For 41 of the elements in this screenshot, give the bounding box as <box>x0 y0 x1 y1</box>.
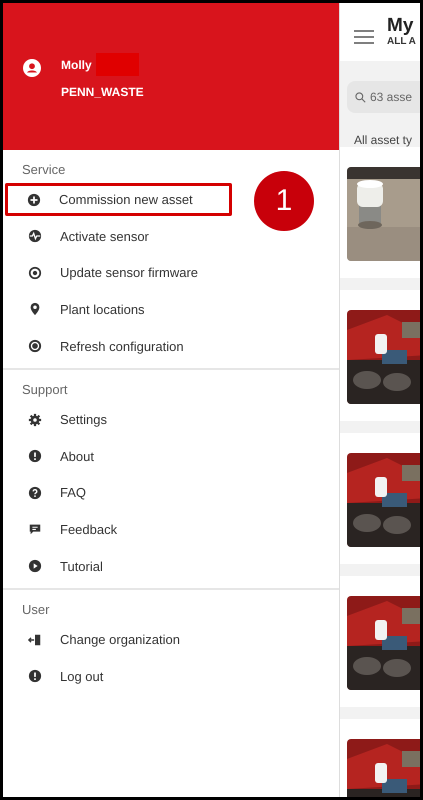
menu-item[interactable]: Update sensor firmware <box>3 254 232 292</box>
wave-icon <box>28 229 42 244</box>
section-heading: Support <box>21 381 68 400</box>
redaction-mark <box>96 53 139 76</box>
screen-title: My <box>387 16 414 36</box>
search-field[interactable]: 63 asse <box>347 81 420 113</box>
menu-item[interactable]: Feedback <box>3 511 232 548</box>
gear-icon <box>28 412 42 427</box>
menu-item[interactable]: Commission new asset <box>5 183 232 216</box>
section-heading: Service <box>21 161 66 179</box>
exit-icon <box>28 632 42 647</box>
asset-card[interactable] <box>340 290 420 421</box>
asset-card[interactable] <box>340 433 420 564</box>
menu-item[interactable]: FAQ <box>3 474 232 512</box>
pin-icon <box>28 302 42 316</box>
menu-item[interactable]: Change organization <box>3 621 232 658</box>
play-icon <box>28 559 42 574</box>
menu-icon[interactable] <box>354 30 374 44</box>
filter-label[interactable]: All asset ty <box>340 113 420 147</box>
info-icon <box>28 449 42 464</box>
asset-card[interactable] <box>340 147 420 278</box>
ring-icon <box>28 339 42 354</box>
target-icon <box>28 266 42 280</box>
menu-item[interactable]: Settings <box>3 401 232 438</box>
help-icon <box>28 486 42 500</box>
menu-item[interactable]: Log out <box>3 658 232 695</box>
alert-icon <box>28 669 42 684</box>
menu-item[interactable]: Activate sensor <box>3 218 232 255</box>
account-icon <box>23 59 41 77</box>
search-icon <box>355 92 366 103</box>
asset-card[interactable] <box>340 576 420 707</box>
screen-subtitle: ALL A <box>387 36 416 47</box>
menu-item[interactable]: Refresh configuration <box>3 328 232 364</box>
menu-item[interactable]: About <box>3 438 232 475</box>
menu-item[interactable]: Plant locations <box>3 291 232 328</box>
menu-item[interactable]: Tutorial <box>3 548 232 584</box>
user-name: Molly <box>61 58 92 72</box>
plus-icon <box>27 192 41 206</box>
chat-icon <box>28 522 42 536</box>
section-heading: User <box>21 601 50 620</box>
organization-name: PENN_WASTE <box>61 85 144 99</box>
